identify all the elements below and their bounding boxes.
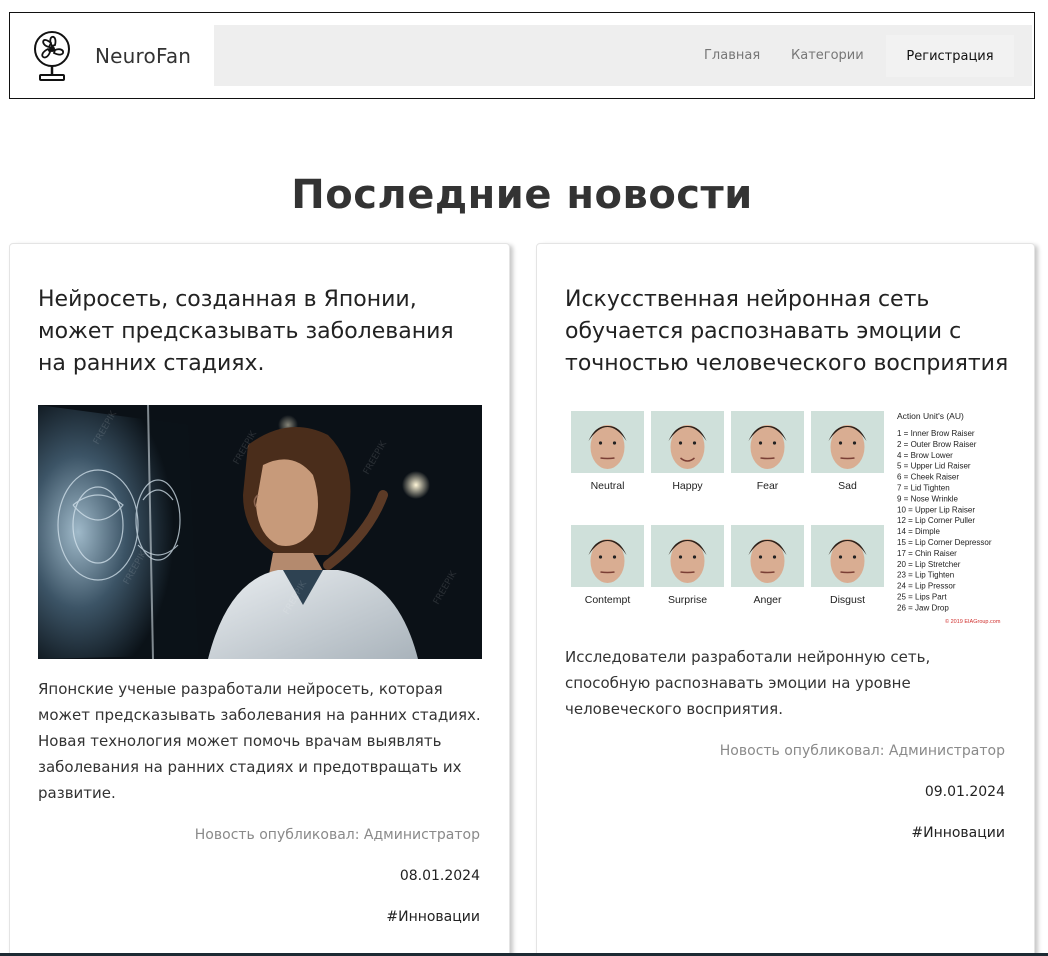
page-title: Последние новости (291, 172, 753, 218)
au-title: Action Unit's (AU) (897, 411, 964, 421)
fan-icon[interactable] (32, 29, 72, 83)
news-date: 09.01.2024 (924, 784, 1005, 800)
nav-home-link[interactable]: Главная (704, 48, 760, 63)
au-item: 23 = Lip Tighten (897, 571, 954, 580)
au-item: 6 = Cheek Raiser (897, 473, 959, 482)
au-item: 24 = Lip Pressor (897, 582, 956, 591)
news-tag[interactable]: #Инновации (911, 825, 1005, 841)
face-photo (571, 411, 644, 473)
face-label: Sad (838, 480, 857, 492)
au-item: 5 = Upper Lid Raiser (897, 462, 971, 471)
news-author: Новость опубликовал: Администратор (194, 827, 480, 843)
au-item: 7 = Lid Tighten (897, 484, 950, 493)
news-excerpt: Исследователи разработали нейронную сеть… (565, 648, 931, 718)
au-item: 20 = Lip Stretcher (897, 560, 961, 569)
doctor-with-brain-scan-image: FREEPIK FREEPIK FREEPIK FREEPIK FREEPIK … (38, 405, 482, 659)
au-item: 10 = Upper Lip Raiser (897, 505, 975, 514)
face-label: Anger (753, 594, 782, 606)
face-label: Disgust (830, 594, 865, 606)
face-photo (571, 525, 644, 587)
au-item: 26 = Jaw Drop (897, 603, 949, 612)
au-item: 25 = Lips Part (897, 593, 947, 602)
news-card[interactable]: Искусственная нейронная сеть обучается р… (536, 243, 1035, 956)
news-title[interactable]: Нейросеть, созданная в Японии, может пре… (38, 284, 488, 380)
facial-emotions-chart-image: Neutral Happy Fear Sad Contempt Surprise Anger… (565, 405, 1009, 627)
news-title[interactable]: Искусственная нейронная сеть обучается р… (565, 284, 1015, 380)
news-card[interactable]: Нейросеть, созданная в Японии, может пре… (9, 243, 510, 956)
nav-categories-link[interactable]: Категории (791, 48, 864, 63)
news-author: Новость опубликовал: Администратор (719, 743, 1005, 759)
au-item: 17 = Chin Raiser (897, 549, 957, 558)
site-header: NeuroFan Главная Категории Регистрация (9, 12, 1035, 99)
face-label: Contempt (585, 594, 631, 606)
face-label: Fear (757, 480, 779, 492)
au-item: 9 = Nose Wrinkle (897, 494, 959, 503)
face-label: Happy (672, 480, 703, 492)
face-photo (811, 411, 884, 473)
news-date: 08.01.2024 (399, 868, 480, 884)
brand-name[interactable]: NeuroFan (95, 44, 191, 68)
au-item: 15 = Lip Corner Depressor (897, 538, 992, 547)
copyright-note: © 2019 EIAGroup.com (945, 618, 1001, 625)
face-photo (811, 525, 884, 587)
au-item: 14 = Dimple (897, 527, 940, 536)
face-photo (651, 411, 724, 473)
news-excerpt: Японские ученые разработали нейросеть, к… (38, 680, 481, 802)
au-item: 12 = Lip Corner Puller (897, 516, 975, 525)
au-item: 1 = Inner Brow Raiser (897, 429, 975, 438)
face-label: Surprise (668, 594, 707, 606)
news-tag[interactable]: #Инновации (386, 909, 480, 925)
face-photo (651, 525, 724, 587)
register-button[interactable]: Регистрация (886, 35, 1014, 77)
face-photo (731, 411, 804, 473)
au-item: 4 = Brow Lower (897, 451, 953, 460)
face-photo (731, 525, 804, 587)
navbar: Главная Категории Регистрация (214, 25, 1032, 86)
face-label: Neutral (591, 480, 625, 492)
au-item: 2 = Outer Brow Raiser (897, 440, 977, 449)
